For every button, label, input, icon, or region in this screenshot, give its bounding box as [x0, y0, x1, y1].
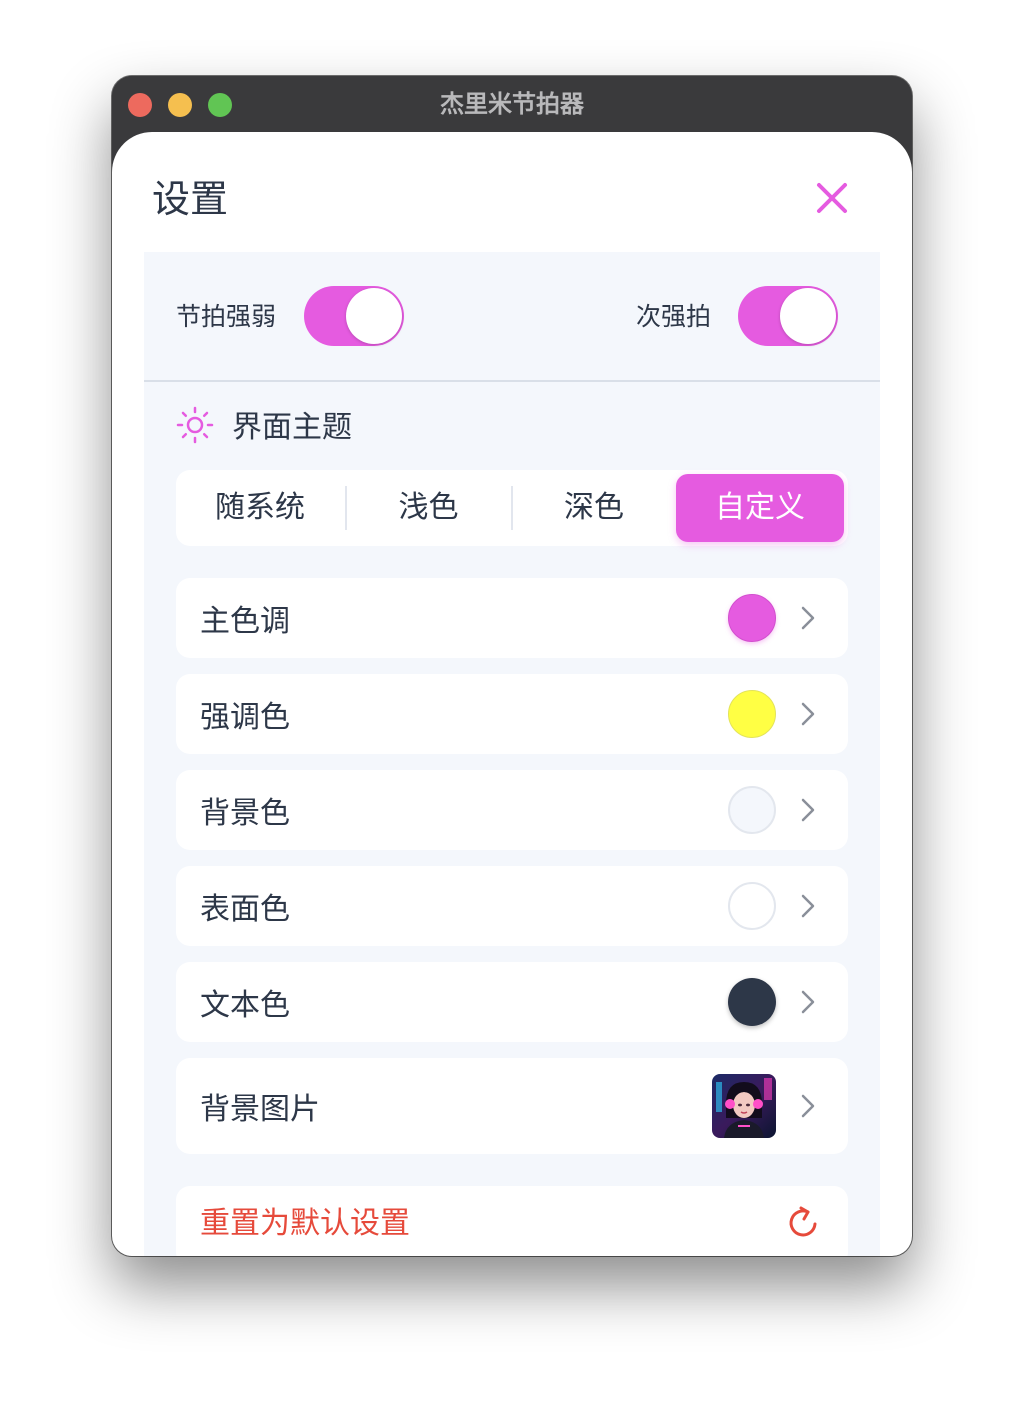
app-window: 杰里米节拍器 设置 节拍强弱 次强拍 界面主题 随系统 浅色 深色 自定义 主色… [112, 76, 912, 1256]
chevron-right-icon [801, 702, 815, 726]
beat-accent-toggle[interactable] [304, 286, 404, 346]
portrait-thumbnail-image [712, 1074, 776, 1138]
theme-mode-selector: 随系统 浅色 深色 自定义 [176, 470, 848, 546]
divider [144, 380, 880, 382]
chevron-right-icon [801, 1094, 815, 1118]
chevron-right-icon [801, 894, 815, 918]
surface-color-row[interactable]: 表面色 [176, 866, 848, 946]
row-label: 强调色 [200, 700, 290, 735]
background-image-thumbnail [712, 1074, 776, 1138]
primary-color-swatch [728, 594, 776, 642]
settings-panel: 节拍强弱 次强拍 界面主题 随系统 浅色 深色 自定义 主色调 强调色 背景色 … [144, 252, 880, 1256]
refresh-icon [789, 1206, 817, 1237]
window-title: 杰里米节拍器 [440, 90, 584, 118]
beat-accent-label: 节拍强弱 [176, 302, 277, 331]
sun-icon [176, 406, 214, 444]
text-color-swatch [728, 978, 776, 1026]
close-icon [817, 183, 847, 213]
row-label: 表面色 [200, 892, 290, 927]
theme-mode-light[interactable]: 浅色 [346, 470, 511, 546]
background-color-swatch [728, 786, 776, 834]
accent-color-row[interactable]: 强调色 [176, 674, 848, 754]
background-image-row[interactable]: 背景图片 [176, 1058, 848, 1154]
settings-sheet: 设置 节拍强弱 次强拍 界面主题 随系统 浅色 深色 自定义 主色调 强调色 背… [112, 132, 912, 1256]
chevron-right-icon [801, 990, 815, 1014]
secondary-accent-toggle[interactable] [738, 286, 838, 346]
theme-section-title: 界面主题 [232, 410, 352, 445]
row-label: 文本色 [200, 988, 290, 1023]
background-color-row[interactable]: 背景色 [176, 770, 848, 850]
reset-label: 重置为默认设置 [200, 1206, 410, 1241]
surface-color-swatch [728, 882, 776, 930]
chevron-right-icon [801, 798, 815, 822]
row-label: 背景色 [200, 796, 290, 831]
close-settings-button[interactable] [804, 170, 860, 226]
title-bar: 杰里米节拍器 [112, 76, 912, 132]
page-title: 设置 [152, 177, 229, 221]
primary-color-row[interactable]: 主色调 [176, 578, 848, 658]
text-color-row[interactable]: 文本色 [176, 962, 848, 1042]
theme-mode-custom[interactable]: 自定义 [676, 474, 844, 542]
chevron-right-icon [801, 606, 815, 630]
toggle-knob [346, 288, 402, 344]
row-label: 背景图片 [200, 1092, 320, 1127]
toggle-knob [780, 288, 836, 344]
row-label: 主色调 [200, 604, 290, 639]
secondary-accent-label: 次强拍 [636, 302, 712, 331]
theme-mode-system[interactable]: 随系统 [176, 470, 344, 546]
reset-defaults-button[interactable]: 重置为默认设置 [176, 1186, 848, 1256]
accent-color-swatch [728, 690, 776, 738]
theme-mode-dark[interactable]: 深色 [512, 470, 676, 546]
